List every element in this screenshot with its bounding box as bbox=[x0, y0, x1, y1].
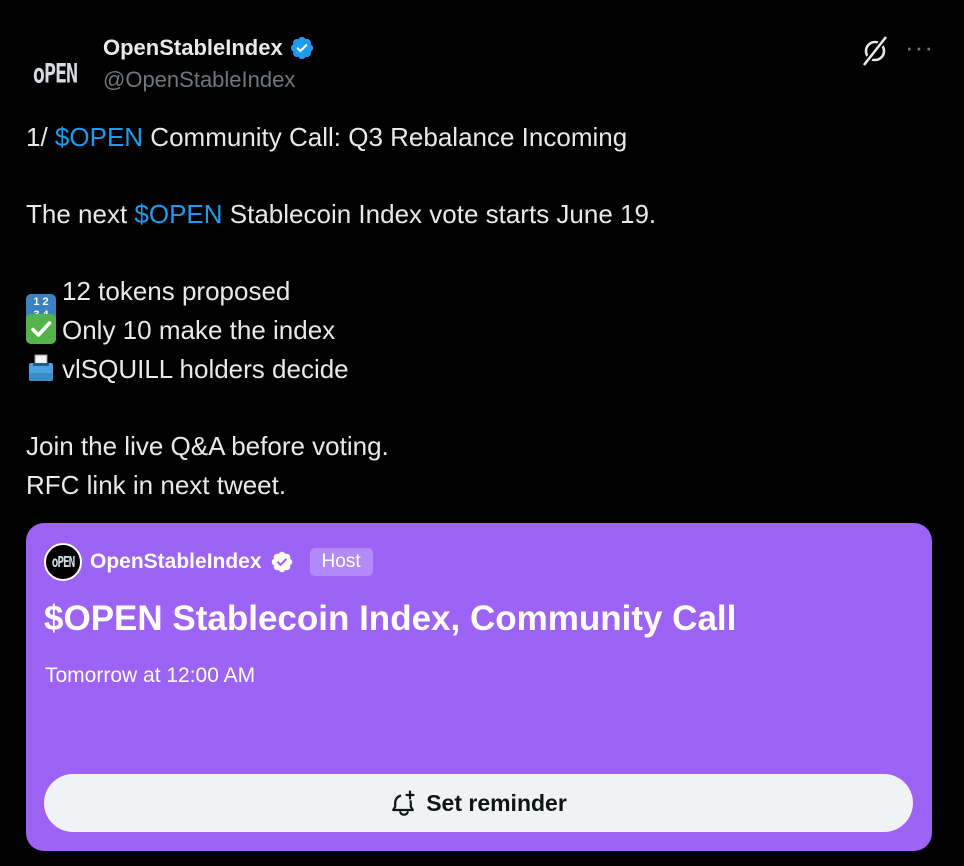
host-name: OpenStableIndex bbox=[90, 550, 262, 573]
cashtag-link[interactable]: $OPEN bbox=[134, 199, 222, 229]
tweet-line-join: Join the live Q&A before voting. bbox=[26, 431, 389, 461]
tweet-bullet: Only 10 make the index bbox=[26, 311, 926, 350]
tweet-line-rfc: RFC link in next tweet. bbox=[26, 470, 287, 500]
tweet-text: 1/ $OPEN Community Call: Q3 Rebalance In… bbox=[26, 118, 926, 505]
bullet-text: 12 tokens proposed bbox=[62, 276, 291, 306]
space-time: Tomorrow at 12:00 AM bbox=[45, 664, 256, 687]
verified-badge-icon[interactable] bbox=[289, 35, 315, 61]
tweet-bullet: vlSQUILL holders decide bbox=[26, 350, 926, 389]
bell-plus-icon bbox=[392, 790, 415, 816]
tweet-text-segment: 1/ bbox=[26, 122, 55, 152]
tweet-line-title: 1/ $OPEN Community Call: Q3 Rebalance In… bbox=[26, 118, 926, 157]
author-name-row: OpenStableIndex bbox=[103, 30, 315, 66]
space-title: $OPEN Stablecoin Index, Community Call bbox=[44, 599, 737, 638]
host-badge: Host bbox=[309, 548, 373, 576]
space-card[interactable]: oPEN OpenStableIndex Host $OPEN Stableco… bbox=[26, 523, 932, 851]
tweet-line-vote: The next $OPEN Stablecoin Index vote sta… bbox=[26, 195, 926, 234]
set-reminder-button[interactable]: Set reminder bbox=[44, 774, 913, 832]
host-avatar-logo-text: oPEN bbox=[51, 553, 75, 571]
tweet-text-segment: Stablecoin Index vote starts June 19. bbox=[222, 199, 657, 229]
bullet-text: Only 10 make the index bbox=[62, 315, 336, 345]
grok-icon[interactable] bbox=[861, 34, 889, 68]
more-icon[interactable]: ··· bbox=[905, 34, 934, 60]
avatar-logo-text: oPEN bbox=[32, 56, 78, 90]
host-verified-badge-icon bbox=[271, 551, 292, 573]
set-reminder-label: Set reminder bbox=[426, 789, 567, 816]
tweet-text-segment: The next bbox=[26, 199, 135, 229]
tweet-top-actions: ··· bbox=[861, 34, 934, 68]
bullet-text: vlSQUILL holders decide bbox=[62, 354, 349, 384]
ballot-box-emoji-icon bbox=[29, 354, 53, 381]
tweet-bullet: 1 23 412 tokens proposed bbox=[26, 272, 926, 324]
author-display-name[interactable]: OpenStableIndex bbox=[103, 35, 283, 61]
author-block: OpenStableIndex @OpenStableIndex bbox=[103, 30, 315, 93]
host-avatar: oPEN bbox=[44, 543, 82, 581]
author-avatar[interactable]: oPEN bbox=[24, 42, 86, 104]
tweet-text-segment: Community Call: Q3 Rebalance Incoming bbox=[143, 122, 628, 152]
space-host-row: oPEN OpenStableIndex Host bbox=[44, 543, 373, 581]
cashtag-link[interactable]: $OPEN bbox=[55, 122, 143, 152]
check-mark-emoji-icon bbox=[26, 314, 56, 344]
author-handle[interactable]: @OpenStableIndex bbox=[103, 67, 315, 93]
